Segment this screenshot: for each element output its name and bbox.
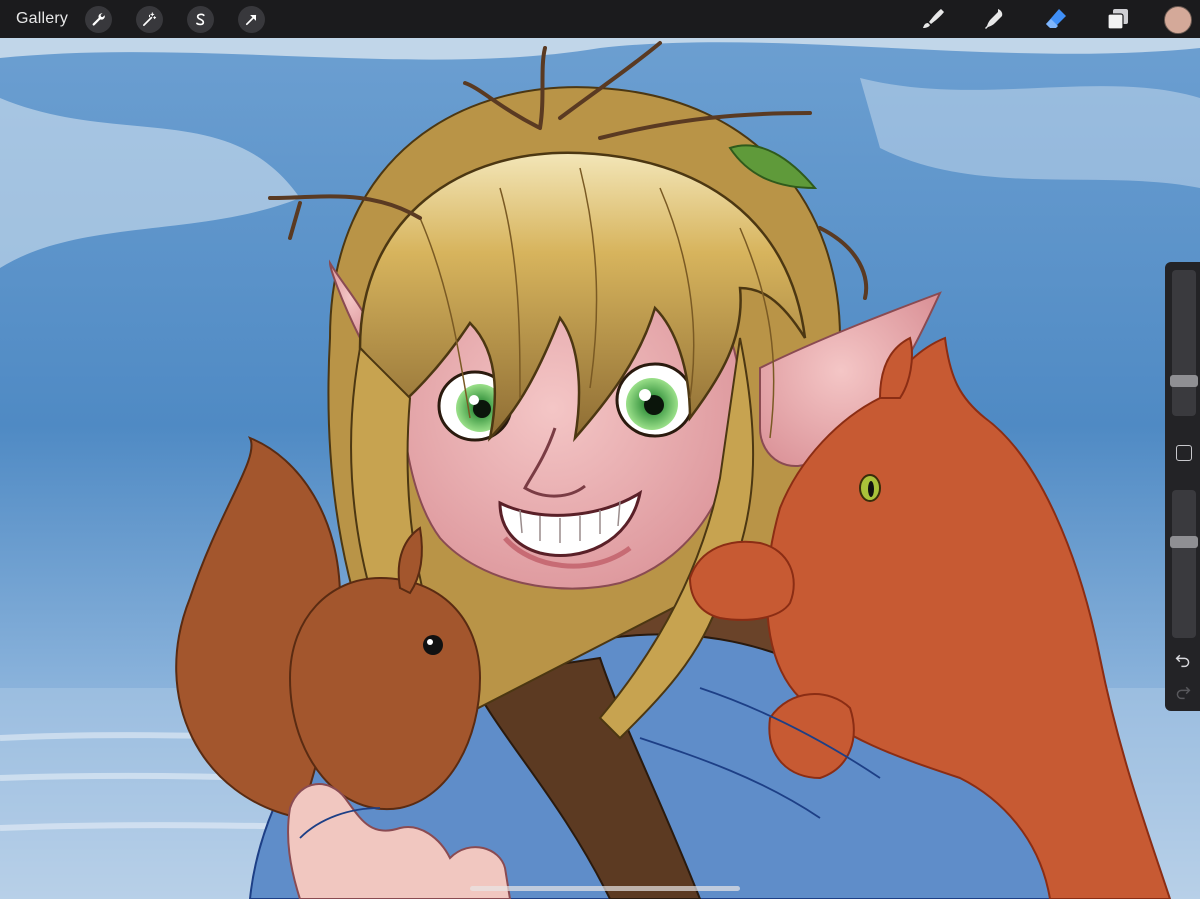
eraser-icon[interactable] [1042, 5, 1070, 33]
left-eye-highlight [469, 395, 479, 405]
fox-pupil [868, 481, 874, 497]
drawing-canvas[interactable] [0, 38, 1200, 899]
redo-arrow-icon[interactable] [1173, 682, 1193, 702]
brush-icon[interactable] [918, 5, 946, 33]
squirrel-eye-highlight [427, 639, 433, 645]
color-swatch-button[interactable] [1164, 6, 1192, 34]
squirrel-eye [423, 635, 443, 655]
fox-paw-front [688, 540, 795, 621]
smudge-icon[interactable] [980, 5, 1008, 33]
actions-wrench-icon[interactable] [85, 6, 112, 33]
gallery-button[interactable]: Gallery [16, 10, 68, 28]
transform-arrow-icon[interactable] [238, 6, 265, 33]
brush-sidebar [1165, 262, 1200, 711]
selection-s-icon[interactable] [187, 6, 214, 33]
layers-icon[interactable] [1104, 5, 1132, 33]
undo-arrow-icon[interactable] [1173, 650, 1193, 670]
right-eye-highlight [639, 389, 651, 401]
brush-size-slider[interactable] [1170, 270, 1198, 416]
artwork [0, 38, 1200, 899]
procreate-app: Gallery [0, 0, 1200, 899]
home-indicator [470, 886, 740, 891]
brush-size-thumb[interactable] [1170, 375, 1198, 387]
square-modifier-icon[interactable] [1176, 445, 1192, 461]
opacity-thumb[interactable] [1170, 536, 1198, 548]
opacity-slider[interactable] [1170, 490, 1198, 638]
top-toolbar: Gallery [0, 0, 1200, 38]
adjustments-magic-wand-icon[interactable] [136, 6, 163, 33]
